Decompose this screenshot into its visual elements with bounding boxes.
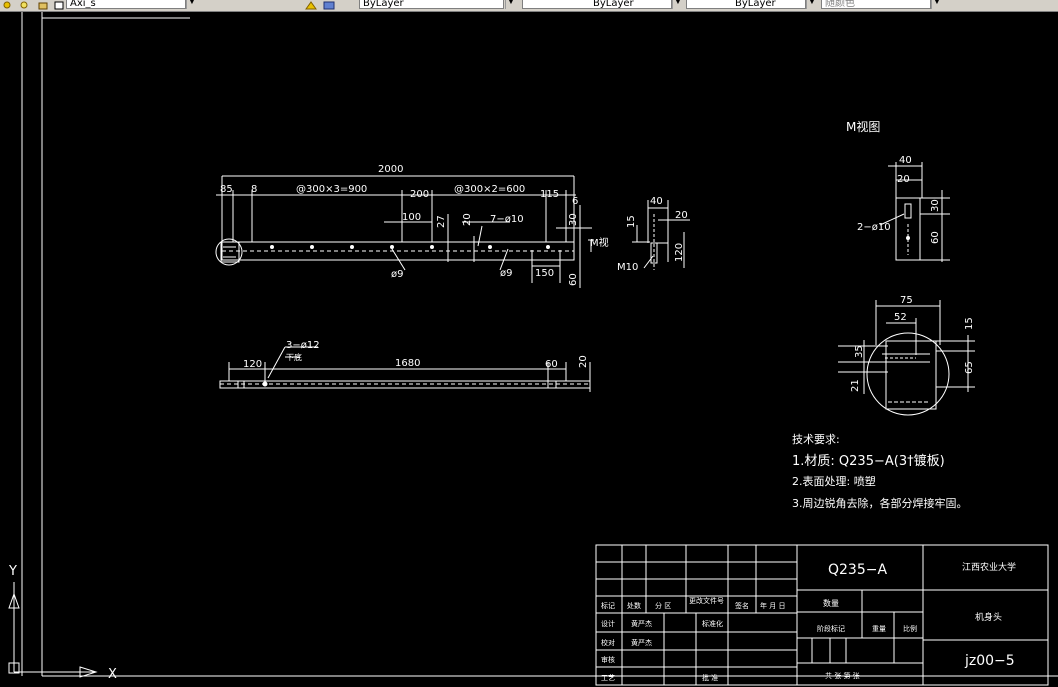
tb-huang-1: 黄严杰 xyxy=(631,619,652,628)
dim-20-end: 20 xyxy=(675,210,688,221)
tb-footer: 共 张 第 张 xyxy=(825,671,860,680)
dim-40-end: 40 xyxy=(650,196,663,207)
ucs-y-label: Y xyxy=(8,564,17,579)
tb-bili: 比例 xyxy=(903,624,917,633)
layer-state-icon[interactable] xyxy=(2,0,16,9)
linetype-dropdown-arrow[interactable]: ▼ xyxy=(672,0,683,9)
tb-biaozhunhua: 标准化 xyxy=(702,619,723,628)
dim-60-m: 60 xyxy=(930,231,941,244)
dim-holes-bottom: 3−ø12 xyxy=(286,340,320,351)
annotation-layer: 2000 85 8 @300×3=900 200 @300×2=600 115 … xyxy=(8,119,1016,682)
tb-zhongliang: 重量 xyxy=(872,625,886,633)
ucs-x-label: X xyxy=(108,667,117,682)
dim-35: 35 xyxy=(854,345,865,358)
dim-21: 21 xyxy=(850,379,861,392)
dim-85: 85 xyxy=(220,184,233,195)
dim-120-bottom: 120 xyxy=(243,359,262,370)
tb-sheji: 设计 xyxy=(601,619,615,628)
plotstyle-dropdown-arrow[interactable]: ▼ xyxy=(931,0,942,9)
properties-toolbar: Axi_s ▼ ByLayer ▼ ByLayer ▼ ByLayer ▼ 随颜… xyxy=(0,0,1058,12)
plotstyle-dropdown[interactable]: 随颜色 xyxy=(821,0,931,9)
layer-dropdown-arrow[interactable]: ▼ xyxy=(186,0,197,9)
color-swatch-icon[interactable] xyxy=(52,0,66,10)
dim-150: 150 xyxy=(535,268,554,279)
thread-m10: M10 xyxy=(617,262,638,273)
title-school: 江西农业大学 xyxy=(962,561,1016,573)
make-current-layer-icon[interactable] xyxy=(304,0,318,10)
dim-100: 100 xyxy=(402,212,421,223)
dim-8: 8 xyxy=(251,184,257,195)
tb-fenqu: 分 区 xyxy=(655,601,671,610)
dim-spacing-right: @300×2=600 xyxy=(454,184,525,195)
title-material: Q235−A xyxy=(828,562,887,578)
layer-previous-icon[interactable] xyxy=(322,0,336,10)
dim-27: 27 xyxy=(436,215,447,228)
dim-30-top: 30 xyxy=(568,213,579,226)
dim-200: 200 xyxy=(410,189,429,200)
m-view-title: M视图 xyxy=(846,119,880,134)
note-line-2: 2.表面处理: 喷塑 xyxy=(792,474,876,488)
dim-65: 65 xyxy=(964,361,975,374)
dim-15-circle: 15 xyxy=(964,317,975,330)
title-drawing-no: jz00−5 xyxy=(964,653,1015,669)
tb-jieduan: 阶段标记 xyxy=(817,624,845,633)
color-dropdown[interactable]: ByLayer xyxy=(359,0,504,9)
linetype-dropdown[interactable]: ByLayer xyxy=(522,0,672,9)
lineweight-dropdown-arrow[interactable]: ▼ xyxy=(806,0,817,9)
dim-1680: 1680 xyxy=(395,358,420,369)
tb-qianming: 签名 xyxy=(735,601,749,610)
dim-20-bottom: 20 xyxy=(578,355,589,368)
tb-huang-2: 黄严杰 xyxy=(631,638,652,647)
tb-shenhe: 审核 xyxy=(601,655,615,664)
note-xiadi: 下底 xyxy=(286,352,302,362)
dim-75: 75 xyxy=(900,295,913,306)
dim-15-end: 15 xyxy=(626,215,637,228)
freeze-icon[interactable] xyxy=(18,0,32,9)
tb-biaoji: 标记 xyxy=(601,601,615,610)
dim-30-m: 30 xyxy=(930,199,941,212)
dim-phi9-right: ø9 xyxy=(500,268,512,279)
dim-40-m: 40 xyxy=(899,155,912,166)
lineweight-dropdown[interactable]: ByLayer xyxy=(686,0,806,9)
dim-115: 115 xyxy=(540,189,559,200)
tb-gongyi: 工艺 xyxy=(601,674,615,682)
dim-holes-top: 7−ø10 xyxy=(490,214,524,225)
dim-2000: 2000 xyxy=(378,164,403,175)
dim-20-m: 20 xyxy=(897,174,910,185)
dim-spacing-left: @300×3=900 xyxy=(296,184,367,195)
tb-nyr: 年 月 日 xyxy=(760,601,785,610)
dim-6: 6 xyxy=(572,196,578,207)
notes-heading: 技术要求: xyxy=(792,433,840,446)
note-line-3: 3.周边锐角去除，各部分焊接牢固。 xyxy=(792,496,968,510)
color-dropdown-arrow[interactable]: ▼ xyxy=(505,0,516,9)
dim-60-bottom: 60 xyxy=(545,359,558,370)
dim-holes-m: 2−ø10 xyxy=(857,222,891,233)
note-line-1: 1.材质: Q235−A(3†镀板) xyxy=(792,453,945,469)
lock-icon[interactable] xyxy=(36,0,50,10)
dim-60-top: 60 xyxy=(568,273,579,286)
layer-dropdown[interactable]: Axi_s xyxy=(66,0,186,9)
title-stamp: 更改文件号 xyxy=(689,596,724,605)
dim-52: 52 xyxy=(894,312,907,323)
dim-120-end: 120 xyxy=(674,243,685,262)
tb-pizhun: 批 准 xyxy=(702,673,718,682)
dim-20-top: 20 xyxy=(462,213,473,226)
dim-phi9-left: ø9 xyxy=(391,269,403,280)
tb-chushu: 处数 xyxy=(627,601,641,610)
m-view-marker: M视 xyxy=(590,236,609,249)
title-part-name: 机身头 xyxy=(975,611,1002,623)
tb-shuliang: 数量 xyxy=(823,598,839,608)
tb-jiaodui: 校对 xyxy=(601,638,615,647)
